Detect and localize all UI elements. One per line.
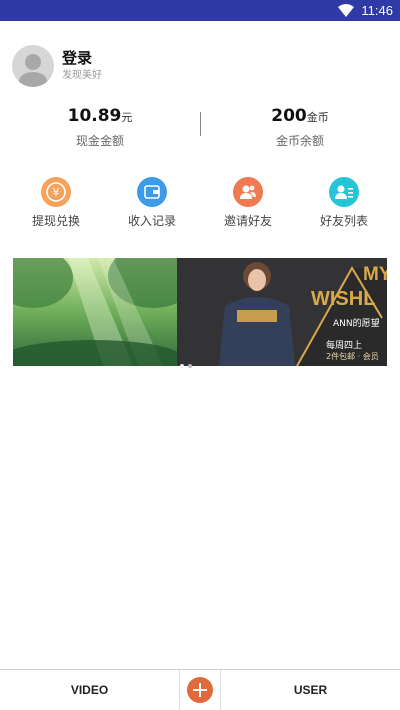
status-bar: 11:46 — [0, 0, 400, 21]
carousel-dot[interactable] — [180, 364, 184, 368]
action-label: 收入记录 — [127, 214, 176, 228]
profile-subtitle: 发现美好 — [62, 70, 102, 81]
action-label: 好友列表 — [319, 214, 368, 228]
forest-banner-image — [13, 258, 177, 366]
action-withdraw[interactable]: ¥ 提现兑换 — [11, 177, 101, 229]
default-avatar-icon[interactable] — [12, 45, 54, 87]
invite-friends-icon — [233, 177, 263, 207]
action-invite-friends[interactable]: 邀请好友 — [203, 177, 293, 229]
action-friend-list[interactable]: 好友列表 — [299, 177, 389, 229]
profile-header[interactable]: 登录 发现美好 — [12, 45, 102, 87]
cash-caption: 现金金额 — [75, 134, 124, 148]
banner-sale-line: 每周四上 — [326, 341, 363, 351]
status-time: 11:46 — [361, 3, 393, 18]
yen-exchange-icon: ¥ — [41, 177, 71, 207]
action-income-record[interactable]: 收入记录 — [107, 177, 197, 229]
banner-gift-line: 2件包邮 · 会员 — [326, 352, 379, 361]
coin-balance[interactable]: 200金币 金币余额 — [200, 105, 400, 149]
wifi-icon — [338, 4, 354, 17]
plus-icon — [187, 677, 213, 703]
banner-subline: ANN的愿望 — [333, 319, 380, 329]
action-label: 邀请好友 — [223, 214, 272, 228]
banner-headline-1: MY — [363, 264, 387, 285]
svg-text:¥: ¥ — [53, 186, 60, 199]
friend-list-icon — [329, 177, 359, 207]
carousel-dot[interactable] — [188, 364, 192, 368]
balance-summary: 10.89元 现金金额 200金币 金币余额 — [0, 105, 400, 148]
banner-carousel[interactable]: MY WISHL ANN的愿望 每周四上 2件包邮 · 会员 — [13, 258, 387, 366]
action-label: 提现兑换 — [31, 214, 80, 228]
cash-unit: 元 — [121, 111, 133, 124]
tab-user[interactable]: USER — [221, 670, 400, 710]
login-label[interactable]: 登录 — [62, 49, 102, 68]
tab-video[interactable]: VIDEO — [0, 670, 179, 710]
bottom-tab-bar: VIDEO USER — [0, 669, 400, 710]
wallet-icon — [137, 177, 167, 207]
coin-value: 200 — [271, 106, 307, 126]
add-button[interactable] — [179, 670, 221, 710]
coin-caption: 金币余额 — [275, 134, 324, 148]
carousel-indicator — [180, 353, 196, 372]
cash-balance[interactable]: 10.89元 现金金额 — [0, 105, 200, 149]
quick-actions: ¥ 提现兑换 收入记录 邀请好友 好友列表 — [0, 177, 400, 229]
banner-headline-2: WISHL — [311, 288, 376, 310]
coin-unit: 金币 — [306, 111, 329, 124]
cash-value: 10.89 — [67, 106, 122, 126]
